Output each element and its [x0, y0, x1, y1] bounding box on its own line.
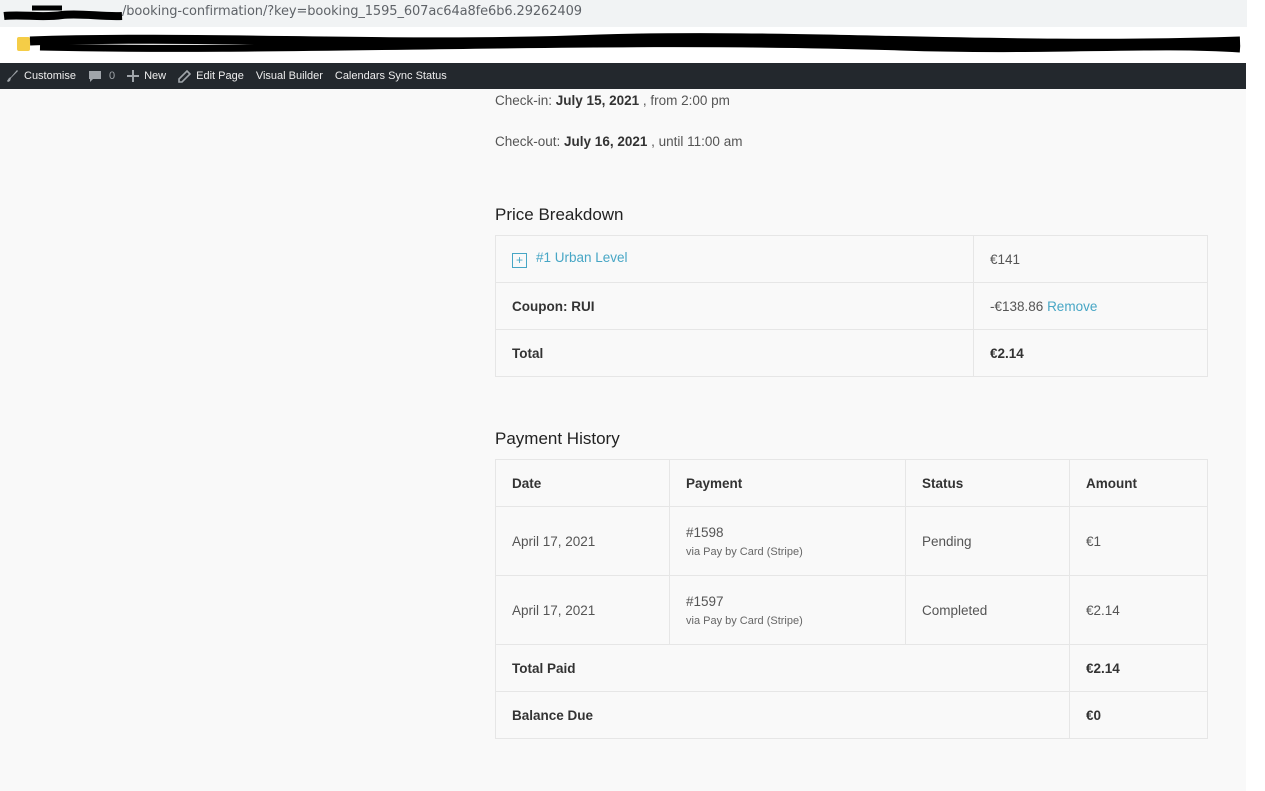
payment-method: via Pay by Card (Stripe) — [686, 614, 803, 627]
wp-admin-bar: Customise 0 New Edit Page Visual Builder… — [0, 63, 1246, 89]
total-value: €2.14 — [973, 329, 1208, 377]
admin-bar-label: Customise — [24, 70, 76, 82]
total-paid-value: €2.14 — [1069, 644, 1208, 692]
accommodation-price: €141 — [973, 235, 1208, 283]
expand-toggle-button[interactable]: + — [512, 253, 527, 268]
table-row: Coupon: RUI -€138.86 Remove — [495, 282, 1208, 330]
admin-bar-new[interactable]: New — [121, 63, 172, 89]
redaction-scribble — [3, 5, 123, 21]
redaction-scribble — [29, 33, 1241, 53]
payment-history-table: Date Payment Status Amount April 17, 202… — [495, 459, 1208, 739]
admin-bar-comments[interactable]: 0 — [82, 63, 121, 89]
payment-status: Pending — [905, 506, 1070, 576]
checkout-label: Check-out: — [495, 134, 561, 149]
admin-bar-calendars-sync[interactable]: Calendars Sync Status — [329, 63, 453, 89]
checkin-label: Check-in: — [495, 93, 553, 108]
paintbrush-icon — [7, 69, 18, 82]
checkout-date: July 16, 2021 — [564, 134, 648, 149]
admin-bar-label: New — [144, 70, 167, 82]
comment-count: 0 — [108, 70, 116, 82]
plus-icon — [127, 70, 140, 82]
accommodation-cell: + #1 Urban Level — [495, 235, 974, 283]
column-header-amount: Amount — [1069, 459, 1208, 507]
admin-bar-edit-page[interactable]: Edit Page — [172, 63, 250, 89]
url-text[interactable]: /booking-confirmation/?key=booking_1595_… — [122, 4, 582, 19]
table-row: + #1 Urban Level €141 — [495, 235, 1208, 283]
payment-cell: #1597 via Pay by Card (Stripe) — [669, 575, 906, 645]
total-paid-label: Total Paid — [495, 644, 1070, 692]
balance-due-value: €0 — [1069, 691, 1208, 739]
checkin-time: , from 2:00 pm — [642, 93, 730, 108]
address-bar[interactable]: /booking-confirmation/?key=booking_1595_… — [0, 0, 1247, 27]
bookmarks-bar — [0, 27, 1247, 63]
price-breakdown-table: + #1 Urban Level €141 Coupon: RUI -€138.8… — [495, 235, 1208, 377]
column-header-date: Date — [495, 459, 670, 507]
admin-bar-customise[interactable]: Customise — [0, 63, 82, 89]
coupon-cell: -€138.86 Remove — [973, 282, 1208, 330]
payment-method: via Pay by Card (Stripe) — [686, 545, 803, 558]
price-breakdown-title: Price Breakdown — [495, 205, 624, 224]
column-header-status: Status — [905, 459, 1070, 507]
remove-coupon-link[interactable]: Remove — [1047, 299, 1097, 314]
checkout-line: Check-out: July 16, 2021 , until 11:00 a… — [495, 134, 742, 149]
payment-amount: €2.14 — [1069, 575, 1208, 645]
payment-id: #1598 — [686, 524, 724, 540]
table-row: April 17, 2021 #1598 via Pay by Card (St… — [495, 506, 1208, 576]
balance-due-label: Balance Due — [495, 691, 1070, 739]
coupon-value: -€138.86 — [990, 298, 1044, 314]
admin-bar-label: Calendars Sync Status — [334, 70, 447, 82]
payment-history-title: Payment History — [495, 429, 620, 448]
payment-status: Completed — [905, 575, 1070, 645]
table-row: Total €2.14 — [495, 329, 1208, 377]
payment-date: April 17, 2021 — [495, 575, 670, 645]
accommodation-link[interactable]: #1 Urban Level — [536, 250, 628, 265]
checkin-line: Check-in: July 15, 2021 , from 2:00 pm — [495, 93, 730, 108]
admin-bar-label: Visual Builder — [255, 70, 323, 82]
table-row: Balance Due €0 — [495, 691, 1208, 739]
table-row: April 17, 2021 #1597 via Pay by Card (St… — [495, 575, 1208, 645]
column-header-payment: Payment — [669, 459, 906, 507]
pencil-icon — [178, 69, 192, 83]
payment-date: April 17, 2021 — [495, 506, 670, 576]
page-body: Check-in: July 15, 2021 , from 2:00 pm C… — [0, 89, 1246, 791]
payment-cell: #1598 via Pay by Card (Stripe) — [669, 506, 906, 576]
table-header-row: Date Payment Status Amount — [495, 459, 1208, 507]
comment-icon — [88, 70, 101, 82]
checkout-time: , until 11:00 am — [651, 134, 743, 149]
table-row: Total Paid €2.14 — [495, 644, 1208, 692]
checkin-date: July 15, 2021 — [555, 93, 640, 108]
payment-amount: €1 — [1069, 506, 1208, 576]
admin-bar-label: Edit Page — [196, 70, 244, 82]
admin-bar-visual-builder[interactable]: Visual Builder — [250, 63, 329, 89]
total-label: Total — [495, 329, 974, 377]
coupon-label: Coupon: RUI — [495, 282, 974, 330]
payment-id: #1597 — [686, 593, 724, 609]
